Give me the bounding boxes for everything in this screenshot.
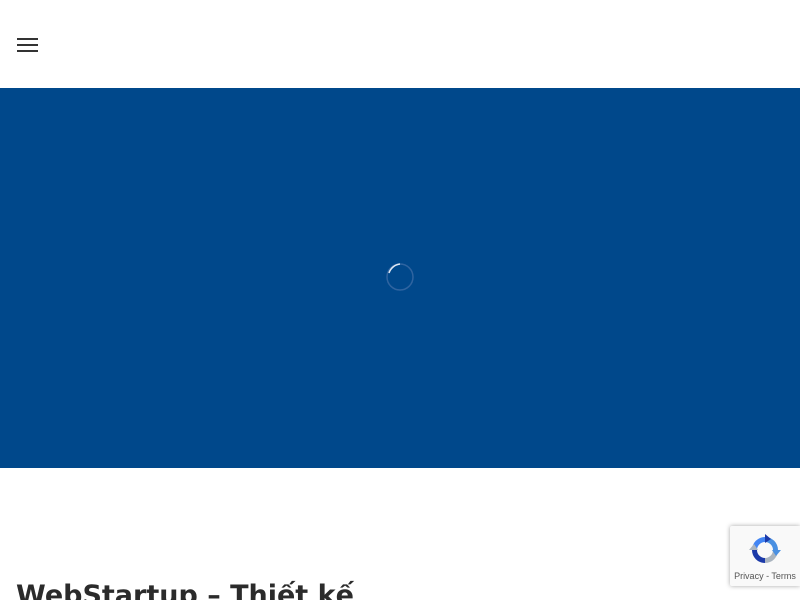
site-header xyxy=(0,0,800,88)
recaptcha-terms-link[interactable]: Terms xyxy=(771,571,796,581)
menu-toggle-button[interactable] xyxy=(12,30,42,60)
recaptcha-links: Privacy - Terms xyxy=(730,571,800,582)
recaptcha-logo-icon xyxy=(749,534,781,566)
hamburger-menu-icon xyxy=(12,30,42,60)
recaptcha-badge[interactable]: Privacy - Terms xyxy=(730,526,800,586)
loading-spinner-icon xyxy=(385,262,415,292)
recaptcha-privacy-link[interactable]: Privacy xyxy=(734,571,764,581)
page-title: WebStartup – Thiết kế xyxy=(16,580,354,600)
page: WebStartup – Thiết kế Privacy - Terms xyxy=(0,0,800,600)
